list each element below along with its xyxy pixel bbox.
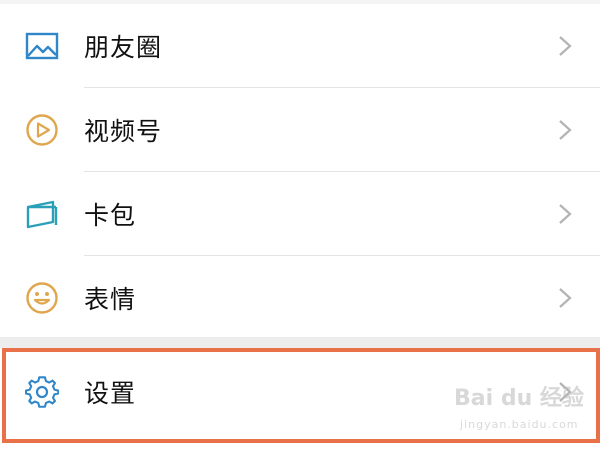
moments-icon bbox=[24, 28, 60, 64]
sticker-icon bbox=[24, 280, 60, 316]
wechat-me-menu: 朋友圈 视频号 卡包 表情 设置 Bai du 经验 jingyan.baidu… bbox=[0, 0, 600, 450]
menu-item-label: 视频号 bbox=[84, 117, 163, 146]
watermark-main-text: Bai du 经验 bbox=[454, 386, 584, 411]
menu-item-video-channel[interactable]: 视频号 bbox=[0, 88, 600, 172]
chevron-right-icon bbox=[559, 120, 572, 140]
card-wallet-icon bbox=[24, 196, 60, 232]
baidu-jingyan-watermark: Bai du 经验 jingyan.baidu.com bbox=[454, 380, 584, 438]
menu-item-label: 卡包 bbox=[84, 201, 137, 230]
chevron-right-icon bbox=[559, 204, 572, 224]
gear-icon bbox=[24, 374, 60, 410]
chevron-right-icon bbox=[559, 288, 572, 308]
menu-item-stickers[interactable]: 表情 bbox=[0, 256, 600, 340]
video-channel-icon bbox=[24, 112, 60, 148]
menu-item-moments[interactable]: 朋友圈 bbox=[0, 4, 600, 88]
menu-item-card-wallet[interactable]: 卡包 bbox=[0, 172, 600, 256]
chevron-right-icon bbox=[559, 36, 572, 56]
menu-item-label: 设置 bbox=[84, 379, 137, 408]
menu-item-label: 朋友圈 bbox=[84, 33, 163, 62]
section-gap bbox=[0, 337, 600, 348]
menu-item-label: 表情 bbox=[84, 285, 137, 314]
watermark-sub-text: jingyan.baidu.com bbox=[460, 418, 579, 431]
